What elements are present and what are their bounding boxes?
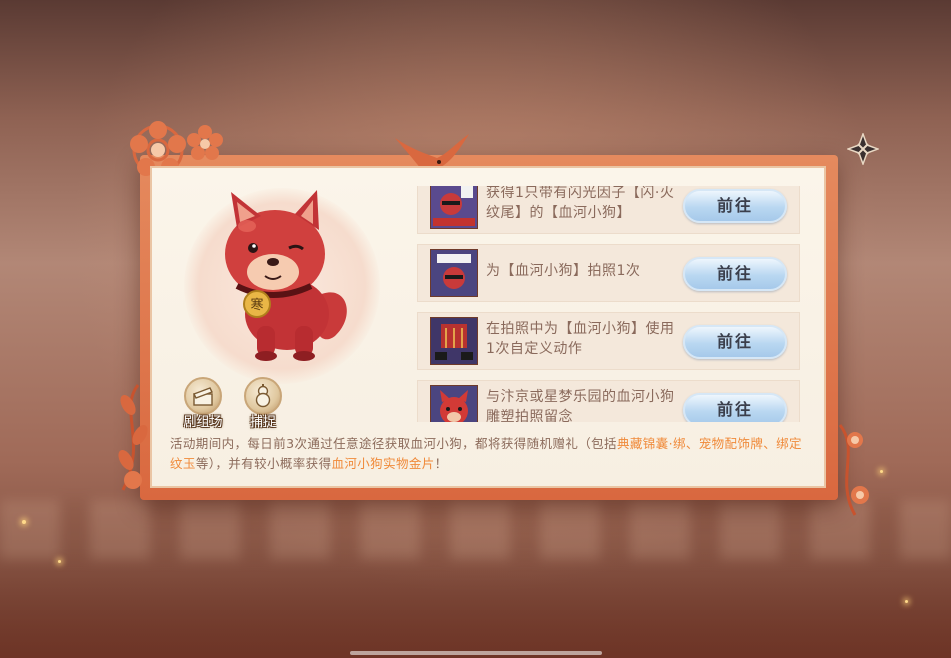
capture-button[interactable]: 捕捉 [233, 377, 293, 430]
pet-display: 寒 [172, 178, 392, 388]
task-text: 获得1只带有闪光因子【闪·火纹尾】的【血河小狗】 [486, 186, 675, 221]
go-button[interactable]: 前往 [683, 325, 787, 359]
notice-text: 活动期间内，每日前3次通过任意途径获取血河小狗，都将获得随机赠礼（包括 [170, 436, 617, 451]
sparkle-decoration [22, 520, 26, 524]
dog-statue-icon [430, 385, 478, 422]
task-row: 在拍照中为【血河小狗】使用1次自定义动作 前往 [417, 312, 800, 370]
sparkle-decoration [905, 600, 908, 603]
task-row: 获得1只带有闪光因子【闪·火纹尾】的【血河小狗】 前往 [417, 186, 800, 234]
notice-highlight-gold-card: 血河小狗实物金片 [331, 456, 435, 471]
task-text: 与汴京或星梦乐园的血河小狗雕塑拍照留念 [486, 389, 675, 422]
go-button[interactable]: 前往 [683, 393, 787, 422]
close-icon[interactable] [847, 133, 879, 165]
crew-stage-label: 剧组场 [183, 415, 223, 430]
sparkle-decoration [58, 560, 61, 563]
gourd-icon [244, 377, 282, 415]
go-button[interactable]: 前往 [683, 189, 787, 223]
film-clapper-icon [184, 377, 222, 415]
pet-shiny-icon [430, 186, 478, 229]
crew-stage-button[interactable]: 剧组场 [173, 377, 233, 430]
task-text: 为【血河小狗】拍照1次 [486, 263, 641, 279]
go-button[interactable]: 前往 [683, 257, 787, 291]
notice-text: 等），并有较小概率获得 [195, 456, 332, 471]
camera-photo-icon [430, 249, 478, 297]
task-text: 在拍照中为【血河小狗】使用1次自定义动作 [486, 321, 675, 357]
custom-pose-icon [430, 317, 478, 365]
capture-label: 捕捉 [249, 415, 276, 430]
task-list[interactable]: 获得1只带有闪光因子【闪·火纹尾】的【血河小狗】 前往 为【血河小狗】拍照1次 … [417, 186, 800, 422]
pet-tag-text: 寒 [250, 297, 263, 313]
home-indicator [350, 651, 602, 655]
notice-text: ！ [434, 456, 448, 471]
event-notice: 活动期间内，每日前3次通过任意途径获取血河小狗，都将获得随机赠礼（包括典藏锦囊·… [170, 434, 810, 474]
flower-branch-decoration [838, 424, 869, 516]
task-row: 与汴京或星梦乐园的血河小狗雕塑拍照留念 前往 [417, 380, 800, 422]
red-dog-pet-illustration: 寒 [225, 190, 347, 361]
task-row: 为【血河小狗】拍照1次 前往 [417, 244, 800, 302]
sparkle-decoration [880, 470, 883, 473]
background-floor [0, 548, 951, 658]
